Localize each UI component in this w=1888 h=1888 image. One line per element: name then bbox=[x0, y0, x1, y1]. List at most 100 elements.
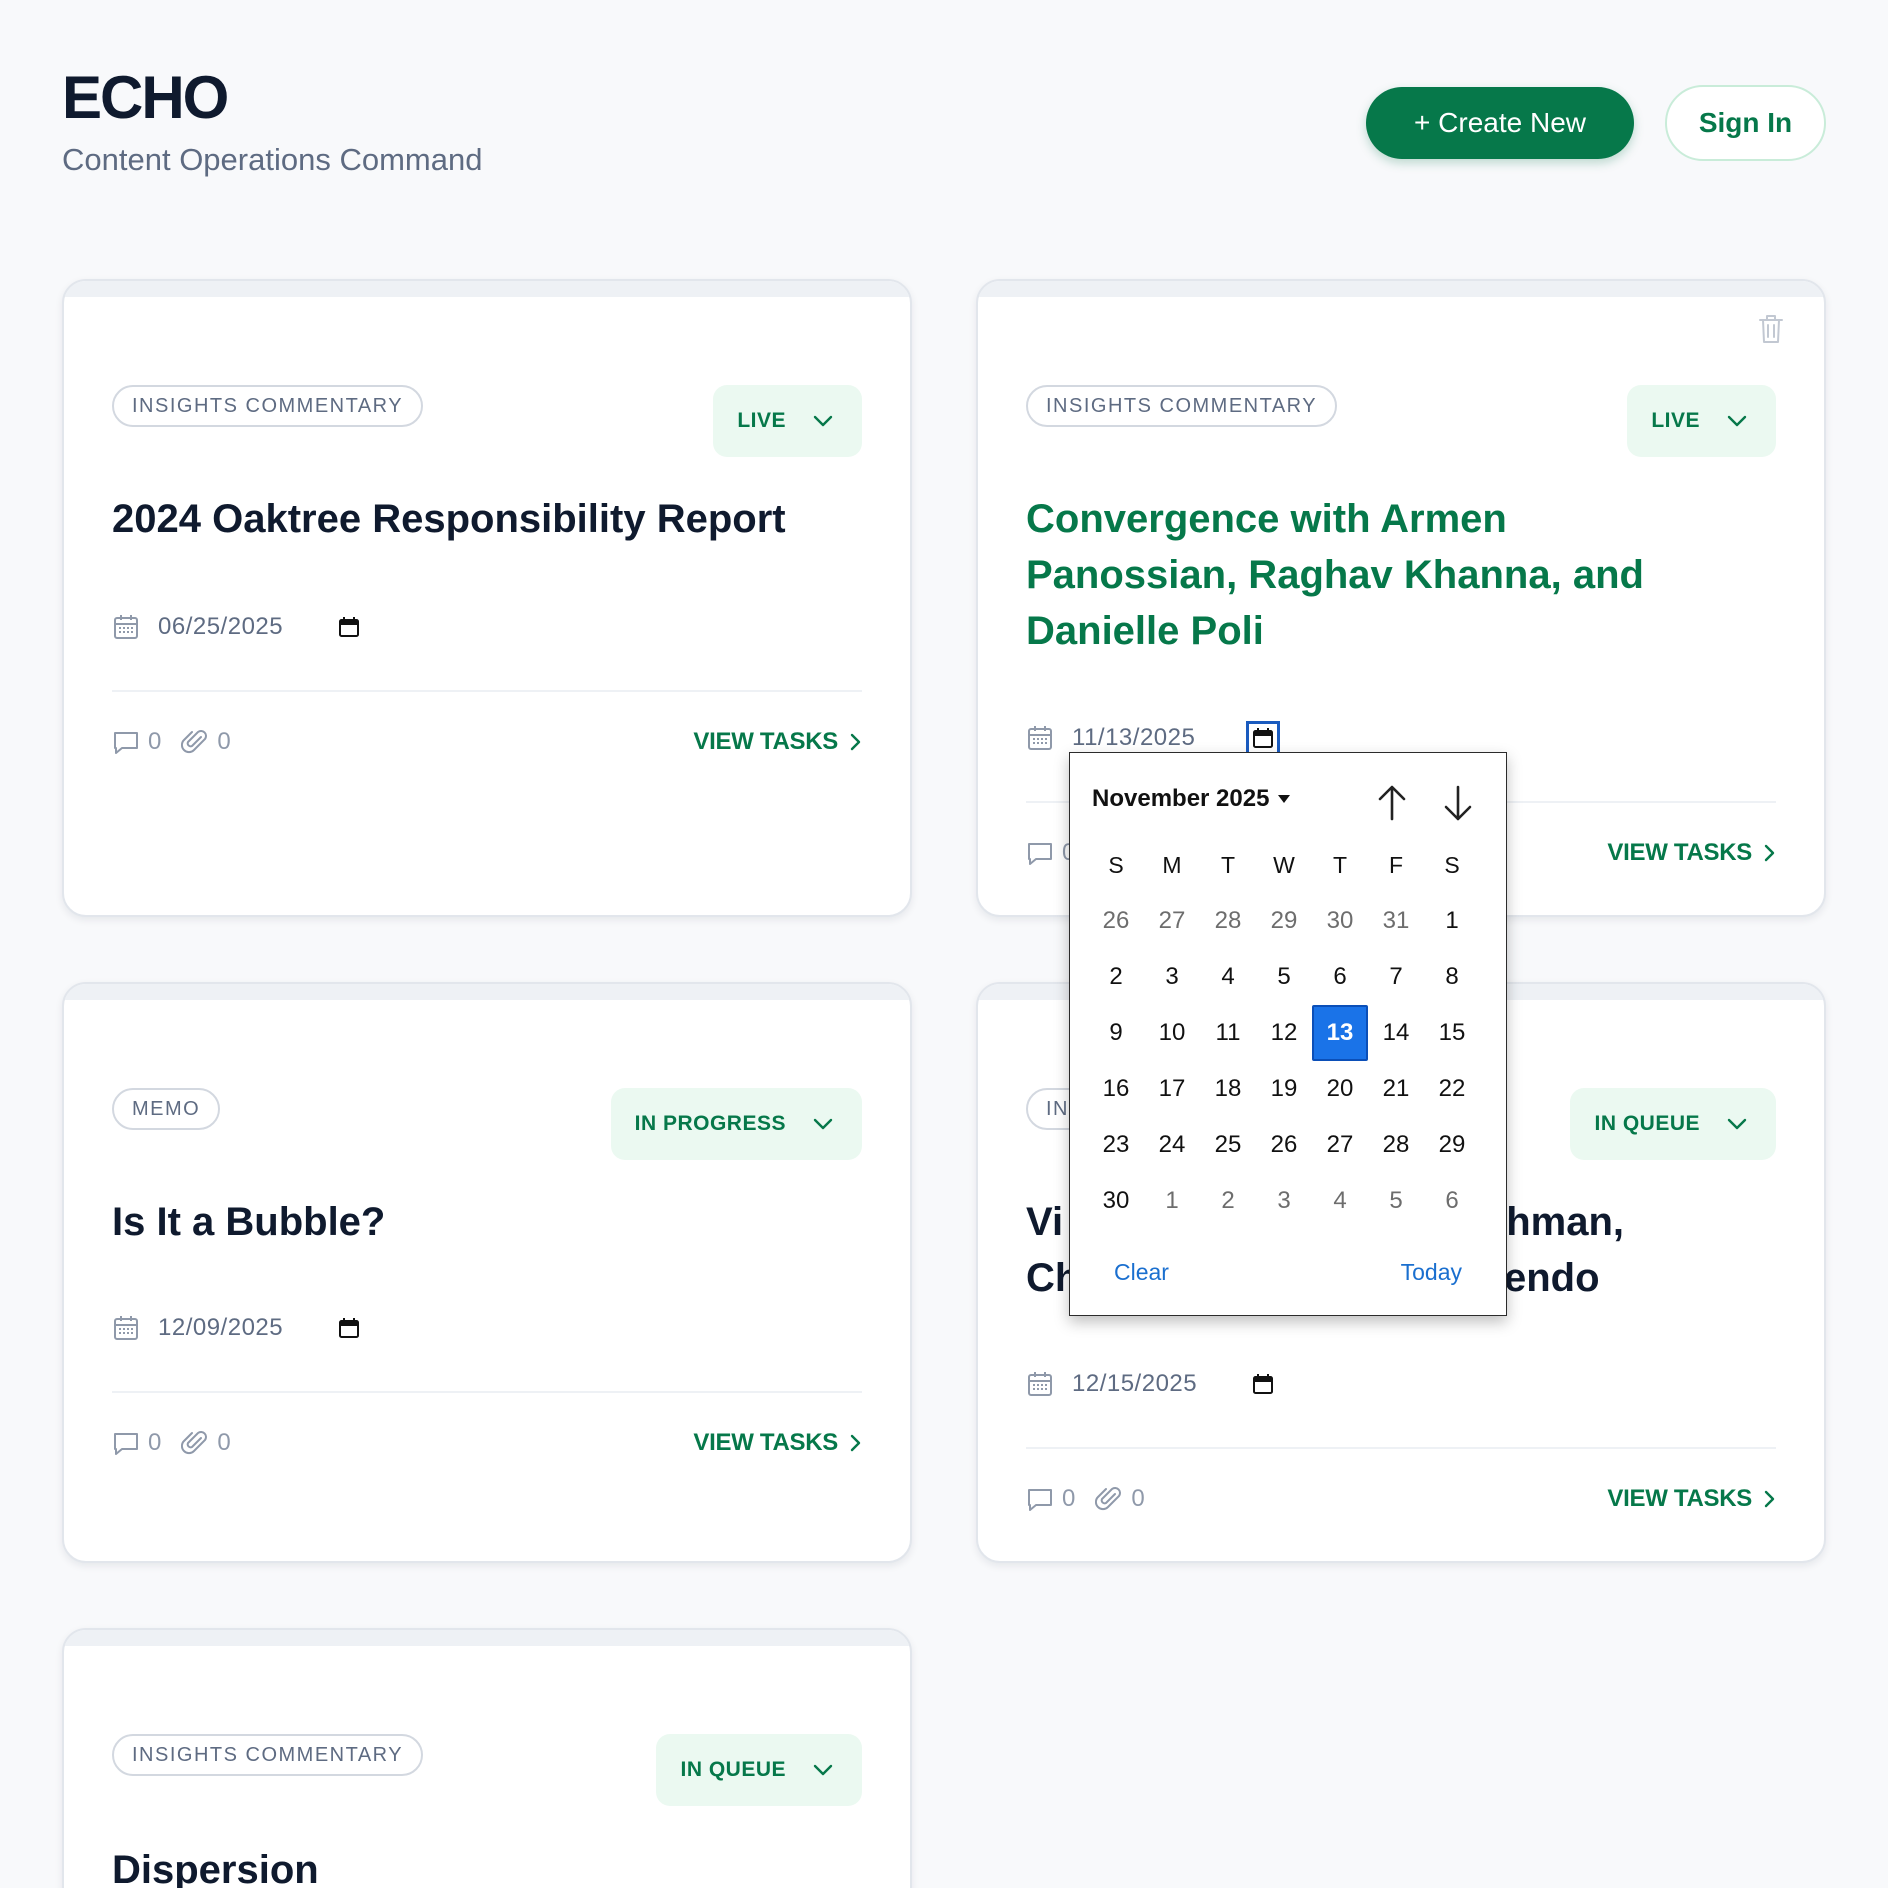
status-label: LIVE bbox=[1651, 409, 1700, 432]
calendar-week: 9 10 11 12 13 14 15 bbox=[1088, 1005, 1480, 1061]
attachments-count[interactable]: 0 bbox=[181, 1429, 231, 1457]
calendar-day[interactable]: 19 bbox=[1256, 1061, 1312, 1117]
today-button[interactable]: Today bbox=[1401, 1259, 1462, 1286]
calendar-day[interactable]: 31 bbox=[1368, 893, 1424, 949]
calendar-day[interactable]: 5 bbox=[1368, 1173, 1424, 1229]
calendar-day[interactable]: 29 bbox=[1424, 1117, 1480, 1173]
arrow-down-icon[interactable] bbox=[1440, 783, 1476, 823]
calendar-day[interactable]: 30 bbox=[1088, 1173, 1144, 1229]
comments-count[interactable]: 0 bbox=[1026, 1485, 1075, 1513]
calendar-day[interactable]: 20 bbox=[1312, 1061, 1368, 1117]
arrow-up-icon[interactable] bbox=[1374, 783, 1410, 823]
calendar-day[interactable]: 29 bbox=[1256, 893, 1312, 949]
card-divider bbox=[1026, 1447, 1776, 1449]
date-picker-popup: November 2025 S M T W T F S 26 27 28 29 … bbox=[1069, 752, 1507, 1316]
status-dropdown[interactable]: IN PROGRESS bbox=[610, 1088, 862, 1160]
chevron-down-icon bbox=[1727, 415, 1747, 427]
calendar-day[interactable]: 14 bbox=[1368, 1005, 1424, 1061]
calendar-day[interactable]: 3 bbox=[1144, 949, 1200, 1005]
card-title[interactable]: Convergence with Armen Panossian, Raghav… bbox=[1026, 491, 1704, 659]
date-picker-icon[interactable] bbox=[336, 1315, 362, 1341]
type-badge: INSIGHTS COMMENTARY bbox=[1026, 385, 1338, 427]
calendar-day[interactable]: 18 bbox=[1200, 1061, 1256, 1117]
calendar-day[interactable]: 28 bbox=[1200, 893, 1256, 949]
calendar-week: 16 17 18 19 20 21 22 bbox=[1088, 1061, 1480, 1117]
calendar-day[interactable]: 10 bbox=[1144, 1005, 1200, 1061]
comments-count[interactable]: 0 bbox=[112, 1429, 161, 1457]
calendar-day[interactable]: 27 bbox=[1312, 1117, 1368, 1173]
calendar-day[interactable]: 1 bbox=[1144, 1173, 1200, 1229]
calendar-day-selected[interactable]: 13 bbox=[1312, 1005, 1368, 1061]
date-picker-icon[interactable] bbox=[1246, 721, 1280, 755]
attachments-count[interactable]: 0 bbox=[1095, 1485, 1145, 1513]
weekday-header: S M T W T F S bbox=[1088, 837, 1480, 893]
calendar-day[interactable]: 26 bbox=[1256, 1117, 1312, 1173]
create-new-button[interactable]: + Create New bbox=[1366, 87, 1634, 159]
calendar-day[interactable]: 17 bbox=[1144, 1061, 1200, 1117]
calendar-day[interactable]: 2 bbox=[1200, 1173, 1256, 1229]
view-tasks-link[interactable]: VIEW TASKS bbox=[1607, 839, 1776, 867]
type-badge: MEMO bbox=[112, 1088, 221, 1130]
status-dropdown[interactable]: IN QUEUE bbox=[1570, 1088, 1776, 1160]
calendar-day[interactable]: 22 bbox=[1424, 1061, 1480, 1117]
month-selector[interactable]: November 2025 bbox=[1092, 785, 1291, 813]
calendar-day[interactable]: 4 bbox=[1200, 949, 1256, 1005]
calendar-day[interactable]: 15 bbox=[1424, 1005, 1480, 1061]
calendar-day[interactable]: 9 bbox=[1088, 1005, 1144, 1061]
calendar-day[interactable]: 8 bbox=[1424, 949, 1480, 1005]
date-field[interactable]: 12/09/2025 bbox=[112, 1310, 362, 1346]
card-footer: 0 0 VIEW TASKS bbox=[112, 1426, 862, 1460]
calendar-day[interactable]: 26 bbox=[1088, 893, 1144, 949]
view-tasks-link[interactable]: VIEW TASKS bbox=[693, 1429, 862, 1457]
calendar-day[interactable]: 27 bbox=[1144, 893, 1200, 949]
date-field[interactable]: 12/15/2025 bbox=[1026, 1366, 1276, 1402]
calendar-icon bbox=[114, 615, 138, 639]
calendar-day[interactable]: 5 bbox=[1256, 949, 1312, 1005]
weekday-label: T bbox=[1220, 851, 1236, 878]
status-dropdown[interactable]: LIVE bbox=[713, 385, 862, 457]
calendar-day[interactable]: 2 bbox=[1088, 949, 1144, 1005]
paperclip-icon bbox=[181, 1431, 208, 1455]
clear-button[interactable]: Clear bbox=[1114, 1259, 1169, 1286]
type-badge: INSIGHTS COMMENTARY bbox=[112, 385, 424, 427]
status-label: IN QUEUE bbox=[680, 1758, 786, 1781]
calendar-day[interactable]: 6 bbox=[1312, 949, 1368, 1005]
paperclip-icon bbox=[181, 730, 208, 754]
card-title-line2-end[interactable]: endo bbox=[1504, 1250, 1600, 1306]
view-tasks-link[interactable]: VIEW TASKS bbox=[1607, 1485, 1776, 1513]
calendar-day[interactable]: 3 bbox=[1256, 1173, 1312, 1229]
sign-in-button[interactable]: Sign In bbox=[1665, 85, 1826, 161]
calendar-day[interactable]: 21 bbox=[1368, 1061, 1424, 1117]
card-topbar bbox=[64, 1630, 910, 1646]
card-title[interactable]: Dispersion bbox=[112, 1842, 862, 1888]
date-field[interactable]: 11/13/2025 bbox=[1026, 720, 1280, 756]
card-title[interactable]: Is It a Bubble? bbox=[112, 1194, 862, 1250]
calendar-grid: S M T W T F S 26 27 28 29 30 31 1 2 3 4 … bbox=[1088, 837, 1480, 1229]
calendar-day[interactable]: 23 bbox=[1088, 1117, 1144, 1173]
attachments-count[interactable]: 0 bbox=[181, 728, 231, 756]
calendar-day[interactable]: 1 bbox=[1424, 893, 1480, 949]
calendar-day[interactable]: 30 bbox=[1312, 893, 1368, 949]
calendar-week: 2 3 4 5 6 7 8 bbox=[1088, 949, 1480, 1005]
date-picker-icon[interactable] bbox=[1250, 1371, 1276, 1397]
status-dropdown[interactable]: IN QUEUE bbox=[656, 1734, 862, 1806]
comments-count[interactable]: 0 bbox=[1026, 839, 1075, 867]
calendar-day[interactable]: 6 bbox=[1424, 1173, 1480, 1229]
chevron-right-icon bbox=[850, 1434, 861, 1452]
calendar-day[interactable]: 16 bbox=[1088, 1061, 1144, 1117]
calendar-day[interactable]: 11 bbox=[1200, 1005, 1256, 1061]
card-title[interactable]: 2024 Oaktree Responsibility Report bbox=[112, 491, 862, 547]
view-tasks-link[interactable]: VIEW TASKS bbox=[693, 728, 862, 756]
calendar-day[interactable]: 4 bbox=[1312, 1173, 1368, 1229]
date-picker-icon[interactable] bbox=[336, 614, 362, 640]
status-dropdown[interactable]: LIVE bbox=[1627, 385, 1776, 457]
calendar-day[interactable]: 12 bbox=[1256, 1005, 1312, 1061]
date-field[interactable]: 06/25/2025 bbox=[112, 609, 362, 645]
chevron-down-icon bbox=[813, 415, 833, 427]
calendar-day[interactable]: 7 bbox=[1368, 949, 1424, 1005]
calendar-day[interactable]: 25 bbox=[1200, 1117, 1256, 1173]
trash-icon[interactable] bbox=[1756, 313, 1786, 345]
calendar-day[interactable]: 28 bbox=[1368, 1117, 1424, 1173]
calendar-day[interactable]: 24 bbox=[1144, 1117, 1200, 1173]
comments-count[interactable]: 0 bbox=[112, 728, 161, 756]
